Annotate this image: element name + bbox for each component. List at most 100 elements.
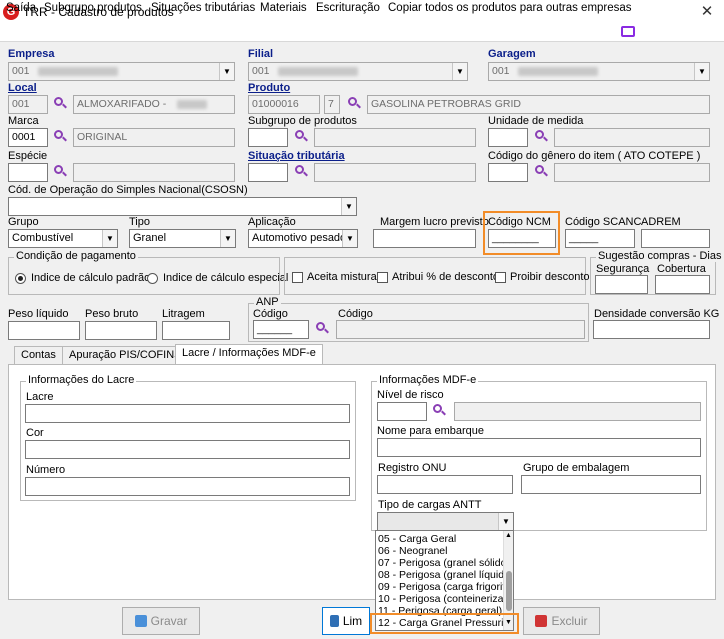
seguranca-input[interactable]	[595, 275, 648, 294]
filial-select[interactable]: 001 ▼	[248, 62, 468, 81]
situacao-search-icon[interactable]	[293, 164, 309, 180]
aplicacao-select[interactable]: Automotivo pesado ▼	[248, 229, 358, 248]
lacre-title: Informações do Lacre	[26, 374, 137, 386]
tipo-cargas-select[interactable]: ▼	[377, 512, 514, 531]
subgrupo-code-input[interactable]	[248, 128, 288, 147]
excluir-button[interactable]: Excluir	[523, 607, 600, 635]
especie-code-input[interactable]	[8, 163, 48, 182]
menu-situacoes-tributarias[interactable]: Situações tributárias	[151, 2, 255, 14]
subgrupo-search-icon[interactable]	[293, 129, 309, 145]
genero-code-input[interactable]	[488, 163, 528, 182]
scanc-label: Código SCANC	[565, 216, 642, 228]
nome-embarque-input[interactable]	[377, 438, 701, 457]
scanc-input[interactable]: _____	[565, 229, 635, 248]
local-desc-input: ALMOXARIFADO -	[73, 95, 235, 114]
menu-subgrupo-produtos[interactable]: Subgrupo produtos	[44, 2, 142, 14]
gravar-button[interactable]: Gravar	[122, 607, 200, 635]
peso-liquido-input[interactable]	[8, 321, 80, 340]
menu-saida[interactable]: Saída	[6, 2, 36, 14]
unidade-search-icon[interactable]	[533, 129, 549, 145]
garagem-label: Garagem	[488, 48, 536, 60]
nivel-risco-input[interactable]	[377, 402, 427, 421]
tab-lacre-mdfe[interactable]: Lacre / Informações MDF-e	[175, 344, 323, 364]
radio-indice-padrao[interactable]	[15, 273, 26, 284]
nivel-risco-label: Nível de risco	[377, 389, 444, 401]
dropdown-item[interactable]: 08 - Perigosa (granel líquido	[378, 569, 510, 581]
margem-input[interactable]	[373, 229, 476, 248]
produto-search-icon[interactable]	[346, 96, 362, 112]
unidade-label: Unidade de medida	[488, 115, 584, 127]
dropdown-item[interactable]: 07 - Perigosa (granel sólido)	[378, 557, 510, 569]
scroll-up-icon[interactable]: ▲	[505, 532, 512, 539]
marca-search-icon[interactable]	[52, 129, 68, 145]
close-button[interactable]: ✕	[690, 1, 724, 23]
anp-search-icon[interactable]	[314, 321, 330, 337]
dropdown-item[interactable]: 06 - Neogranel	[378, 545, 447, 557]
adrem-input[interactable]	[641, 229, 710, 248]
menu-escrituracao[interactable]: Escrituração	[316, 2, 380, 14]
dropdown-item[interactable]: 05 - Carga Geral	[378, 533, 456, 545]
unidade-desc-input	[554, 128, 710, 147]
mdfe-title: Informações MDF-e	[377, 374, 479, 386]
anp-codigo-input[interactable]: ______	[253, 320, 309, 339]
peso-liquido-label: Peso líquido	[8, 308, 69, 320]
garagem-select[interactable]: 001 ▼	[488, 62, 710, 81]
ncm-input[interactable]: ________	[488, 229, 556, 248]
nivel-risco-search-icon[interactable]	[431, 403, 447, 419]
atribui-desconto-label: Atribui % de desconto	[392, 271, 500, 283]
sugestao-title: Sugestão compras - Dias	[596, 250, 724, 262]
aceita-mistura-checkbox[interactable]	[292, 272, 303, 283]
peso-bruto-input[interactable]	[85, 321, 157, 340]
dropdown-item[interactable]: 10 - Perigosa (conteinerizad	[378, 593, 509, 605]
produto-seq-input[interactable]: 7	[324, 95, 340, 114]
empresa-label: Empresa	[8, 48, 55, 60]
anp-desc-input	[336, 320, 585, 339]
proibir-desconto-checkbox[interactable]	[495, 272, 506, 283]
atribui-desconto-checkbox[interactable]	[377, 272, 388, 283]
peso-bruto-label: Peso bruto	[85, 308, 139, 320]
tipo-cargas-label: Tipo de cargas ANTT	[378, 499, 482, 511]
local-code-input[interactable]: 001	[8, 95, 48, 114]
marca-code-input[interactable]: 0001	[8, 128, 48, 147]
save-icon	[134, 615, 147, 627]
dropdown-scroll-thumb[interactable]	[506, 571, 512, 611]
menu-materiais[interactable]: Materiais	[260, 2, 307, 14]
grupo-select[interactable]: Combustível ▼	[8, 229, 118, 248]
unidade-code-input[interactable]	[488, 128, 528, 147]
densidade-input[interactable]	[593, 320, 710, 339]
situacao-code-input[interactable]	[248, 163, 288, 182]
local-search-icon[interactable]	[52, 96, 68, 112]
lacre-input[interactable]	[25, 404, 350, 423]
litragem-input[interactable]	[162, 321, 230, 340]
grupo-embalagem-input[interactable]	[521, 475, 701, 494]
subgrupo-label: Subgrupo de produtos	[248, 115, 357, 127]
nome-embarque-label: Nome para embarque	[377, 425, 485, 437]
aplicacao-label: Aplicação	[248, 216, 296, 228]
indice-padrao-label: Indice de cálculo padrão	[31, 272, 151, 284]
tab-contas[interactable]: Contas	[14, 346, 63, 364]
pagamento-title: Condição de pagamento	[14, 250, 138, 262]
tipo-select[interactable]: Granel ▼	[129, 229, 236, 248]
limpar-button[interactable]: Lim	[322, 607, 370, 635]
produto-code-input[interactable]: 01000016	[248, 95, 320, 114]
numero-input[interactable]	[25, 477, 350, 496]
dropdown-item[interactable]: 09 - Perigosa (carga frigorifi	[378, 581, 508, 593]
cobertura-input[interactable]	[655, 275, 710, 294]
tipo-label: Tipo	[129, 216, 150, 228]
radio-indice-especial[interactable]	[147, 273, 158, 284]
empresa-select[interactable]: 001 ▼	[8, 62, 235, 81]
registro-onu-label: Registro ONU	[378, 462, 447, 474]
csosn-select[interactable]: ▼	[8, 197, 357, 216]
menu-copiar-produtos[interactable]: Copiar todos os produtos para outras emp…	[388, 2, 632, 14]
cor-input[interactable]	[25, 440, 350, 459]
especie-search-icon[interactable]	[52, 164, 68, 180]
csosn-label: Cód. de Operação do Simples Nacional(CSO…	[8, 184, 248, 196]
cobertura-label: Cobertura	[657, 263, 706, 275]
registro-onu-input[interactable]	[377, 475, 513, 494]
marca-desc-input: ORIGINAL	[73, 128, 235, 147]
genero-search-icon[interactable]	[533, 164, 549, 180]
tab-apuracao-pis-cofins[interactable]: Apuração PIS/COFINS	[62, 346, 189, 364]
dropdown-selection-highlight	[370, 613, 519, 634]
chat-icon[interactable]	[621, 26, 635, 37]
litragem-label: Litragem	[162, 308, 205, 320]
